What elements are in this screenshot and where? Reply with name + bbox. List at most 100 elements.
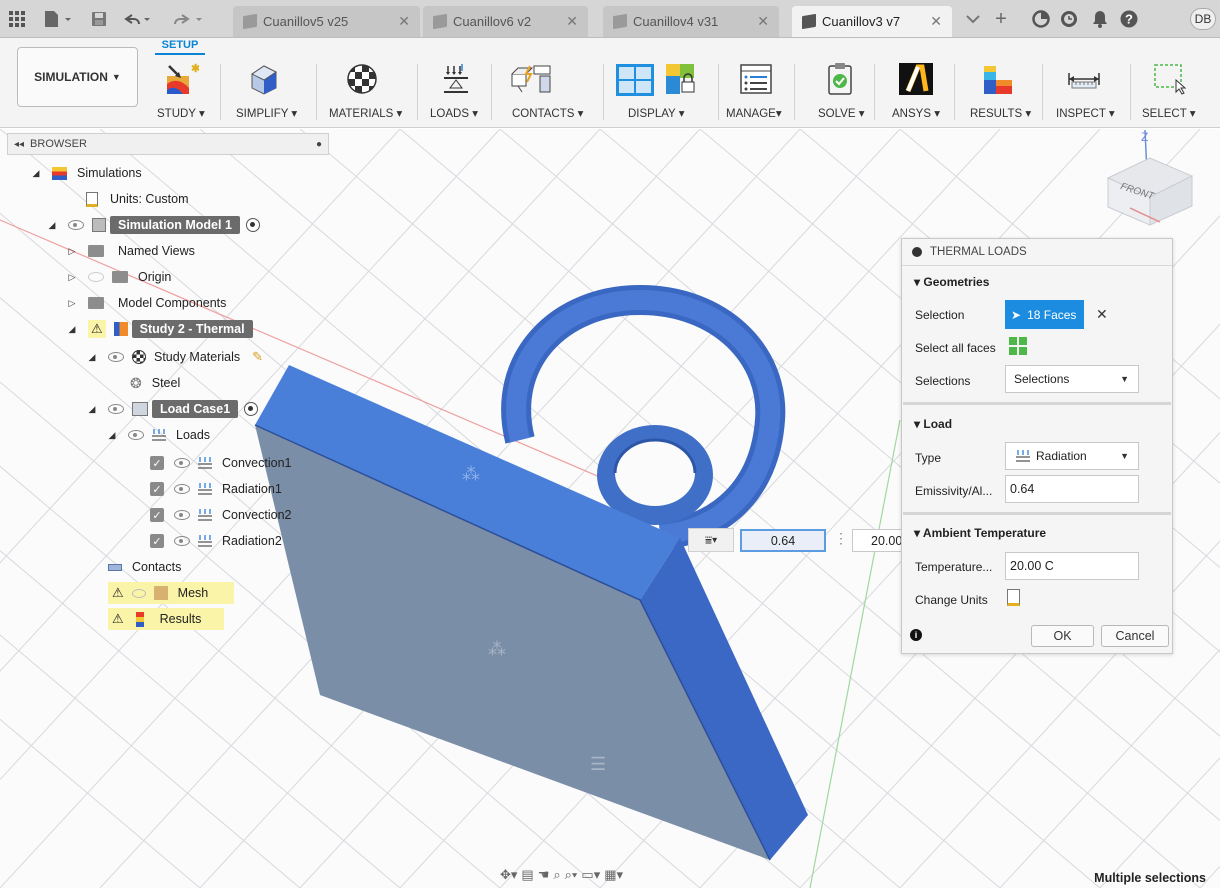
display-tool[interactable]: DISPLAY ▾ <box>610 60 710 128</box>
notifications-bell-icon[interactable] <box>1089 8 1111 30</box>
tree-node-origin[interactable]: ▷ Origin <box>66 266 172 288</box>
inspect-tool[interactable]: INSPECT ▾ <box>1048 60 1126 128</box>
save-icon[interactable] <box>88 8 110 30</box>
tree-node-study[interactable]: ◢ ⚠ Study 2 - Thermal <box>66 318 253 340</box>
clear-selection-icon[interactable]: ✕ <box>1096 306 1108 323</box>
document-tab-active[interactable]: Cuanillov3 v7 ✕ <box>792 6 952 37</box>
tab-overflow-icon[interactable] <box>962 8 984 30</box>
fit-zoom-icon[interactable]: ⌕▾ <box>565 867 578 883</box>
collapse-triangle-icon[interactable]: ▷ <box>66 246 78 257</box>
tab-setup[interactable]: SETUP <box>155 39 205 51</box>
tree-node-load-item[interactable]: ✓ Radiation2 <box>150 530 282 552</box>
view-cube[interactable]: Z FRONT <box>1106 129 1194 226</box>
document-tab[interactable]: Cuanillov5 v25 ✕ <box>233 6 420 37</box>
checkbox-checked[interactable]: ✓ <box>150 456 164 470</box>
tree-node-load-item[interactable]: ✓ Convection2 <box>150 504 292 526</box>
selection-button[interactable]: ➤ 18 Faces <box>1005 300 1084 329</box>
load-type-dropdown[interactable]: Radiation ▼ <box>1005 442 1139 470</box>
materials-tool[interactable]: MATERIALS ▾ <box>324 60 410 128</box>
tree-node-simulation-model[interactable]: ◢ Simulation Model 1 <box>46 214 260 236</box>
tree-node-loads[interactable]: ◢ Loads <box>106 424 211 446</box>
redo-icon[interactable] <box>166 8 210 30</box>
info-icon[interactable]: i <box>910 629 922 641</box>
visibility-eye-icon[interactable] <box>108 404 124 414</box>
ansys-tool[interactable]: ANSYS ▾ <box>880 60 946 128</box>
document-tab[interactable]: Cuanillov6 v2 ✕ <box>423 6 588 37</box>
solve-tool[interactable]: SOLVE ▾ <box>800 60 872 128</box>
visibility-eye-icon[interactable] <box>174 484 190 494</box>
visibility-eye-icon[interactable] <box>128 430 144 440</box>
tree-node-load-case[interactable]: ◢ Load Case1 <box>86 398 259 420</box>
ok-button[interactable]: OK <box>1031 625 1094 647</box>
dialog-header[interactable]: THERMAL LOADS <box>902 239 1172 266</box>
visibility-eye-icon[interactable] <box>68 220 84 230</box>
visibility-eye-icon[interactable] <box>174 458 190 468</box>
user-avatar[interactable]: DB <box>1190 8 1216 30</box>
tree-node-model-components[interactable]: ▷ Model Components <box>66 292 227 314</box>
expand-triangle-icon[interactable]: ◢ <box>86 404 98 415</box>
visibility-eye-icon[interactable] <box>174 536 190 546</box>
undo-icon[interactable] <box>118 8 158 30</box>
hidden-eye-icon[interactable] <box>131 588 146 598</box>
ambient-temperature-section-header[interactable]: ▾ Ambient Temperature <box>914 526 1046 540</box>
help-icon[interactable]: ? <box>1118 8 1140 30</box>
model-plate[interactable]: ⁂ ⁂ ☰ <box>254 365 808 861</box>
file-menu-icon[interactable] <box>38 8 78 30</box>
expand-triangle-icon[interactable]: ◢ <box>86 352 98 363</box>
inline-temperature-input[interactable]: 20.00 <box>852 529 902 552</box>
cancel-button[interactable]: Cancel <box>1101 625 1169 647</box>
orbit-icon[interactable]: ✥▾ <box>500 867 517 883</box>
activate-radio-icon[interactable] <box>245 218 260 232</box>
contacts-tool[interactable]: CONTACTS ▾ <box>498 60 596 128</box>
tree-node-named-views[interactable]: ▷ Named Views <box>66 240 195 262</box>
tree-node-results[interactable]: ⚠ Results <box>108 608 224 630</box>
activate-radio-icon[interactable] <box>244 402 259 416</box>
tree-node-study-materials[interactable]: ◢ Study Materials ✎ <box>86 346 263 368</box>
zoom-icon[interactable]: ⌕ <box>553 867 560 883</box>
tree-node-contacts[interactable]: Contacts <box>108 556 181 578</box>
tree-node-simulations[interactable]: ◢ Simulations <box>30 162 142 184</box>
close-tab-icon[interactable]: ✕ <box>566 13 578 30</box>
collapse-dialog-icon[interactable] <box>912 247 922 257</box>
results-tool[interactable]: RESULTS ▾ <box>960 60 1040 128</box>
workspace-dropdown[interactable]: SIMULATION ▼ <box>17 47 138 107</box>
select-all-faces-icon[interactable] <box>1009 337 1027 355</box>
checkbox-checked[interactable]: ✓ <box>150 482 164 496</box>
visibility-eye-icon[interactable] <box>108 352 124 362</box>
hidden-eye-icon[interactable] <box>88 272 104 282</box>
checkbox-checked[interactable]: ✓ <box>150 534 164 548</box>
document-tab[interactable]: Cuanillov4 v31 ✕ <box>603 6 779 37</box>
checkbox-checked[interactable]: ✓ <box>150 508 164 522</box>
tree-node-load-item[interactable]: ✓ Radiation1 <box>150 478 282 500</box>
load-section-header[interactable]: ▾ Load <box>914 417 952 431</box>
expand-triangle-icon[interactable]: ◢ <box>66 324 78 335</box>
close-tab-icon[interactable]: ✕ <box>930 13 942 30</box>
close-tab-icon[interactable]: ✕ <box>757 13 769 30</box>
simplify-tool[interactable]: SIMPLIFY ▾ <box>228 60 308 128</box>
select-tool[interactable]: SELECT ▾ <box>1136 60 1216 128</box>
geometries-section-header[interactable]: ▾ Geometries <box>914 275 989 289</box>
collapse-triangle-icon[interactable]: ▷ <box>66 272 78 283</box>
new-tab-icon[interactable]: + <box>990 8 1012 30</box>
manage-tool[interactable]: MANAGE▾ <box>724 60 788 128</box>
visibility-eye-icon[interactable] <box>174 510 190 520</box>
temperature-input[interactable]: 20.00 C <box>1005 552 1139 580</box>
app-grid-icon[interactable] <box>6 8 28 30</box>
inline-load-type-button[interactable]: ⩸ ▾ <box>688 528 734 552</box>
grid-settings-icon[interactable]: ▦▾ <box>604 867 623 883</box>
study-tool[interactable]: ✱ STUDY ▾ <box>155 60 215 128</box>
selections-dropdown[interactable]: Selections ▼ <box>1005 365 1139 393</box>
display-settings-icon[interactable]: ▭▾ <box>581 867 600 883</box>
collapse-triangle-icon[interactable]: ▷ <box>66 298 78 309</box>
clock-icon[interactable] <box>1058 8 1080 30</box>
expand-triangle-icon[interactable]: ◢ <box>46 220 58 231</box>
tree-node-load-item[interactable]: ✓ Convection1 <box>150 452 292 474</box>
close-tab-icon[interactable]: ✕ <box>398 13 410 30</box>
look-at-icon[interactable]: ▤ <box>521 867 533 883</box>
expand-triangle-icon[interactable]: ◢ <box>106 430 118 441</box>
browser-header[interactable]: ◂◂ BROWSER ● <box>7 133 329 155</box>
tree-node-units[interactable]: Units: Custom <box>76 188 189 210</box>
browser-pin-icon[interactable]: ● <box>316 139 322 150</box>
pan-hand-icon[interactable]: ☚ <box>538 867 550 883</box>
tree-node-mesh[interactable]: ⚠ Mesh <box>108 582 234 604</box>
